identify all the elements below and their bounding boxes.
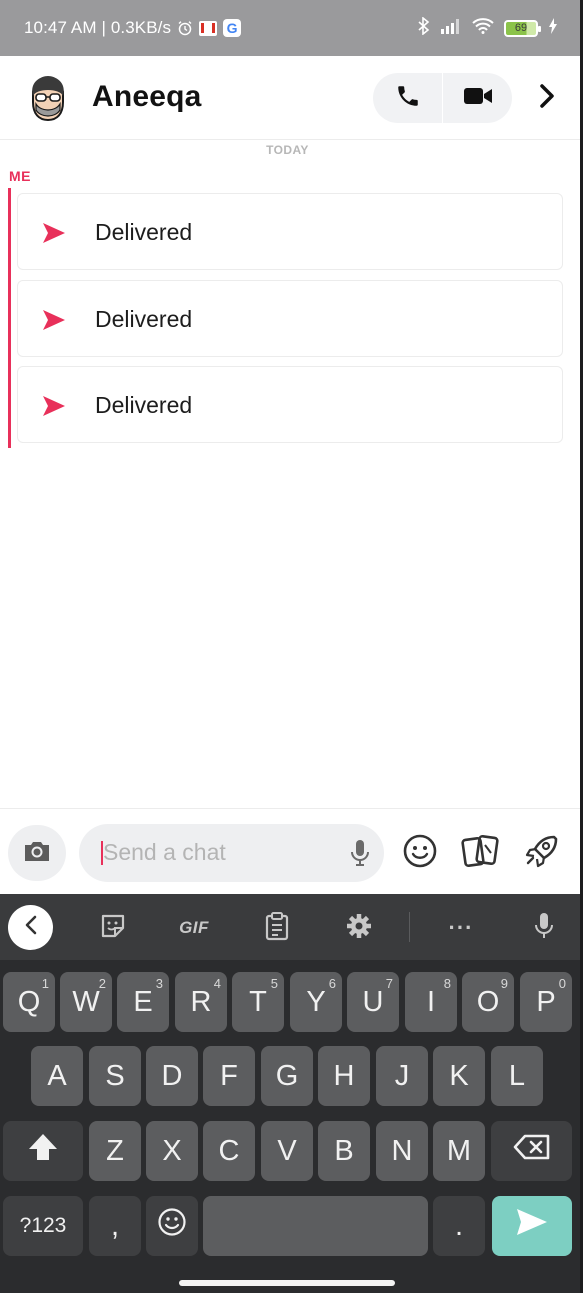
emoji-button[interactable]: [400, 833, 440, 873]
call-actions: [373, 73, 512, 123]
key-e[interactable]: E3: [117, 972, 169, 1032]
keyboard-voice-button[interactable]: [522, 906, 566, 950]
key-o[interactable]: O9: [462, 972, 514, 1032]
toolbar-divider: [409, 912, 410, 942]
sticker-icon: [99, 912, 127, 945]
rocket-button[interactable]: [522, 833, 562, 873]
chat-screen: 10:47 AM | 0.3KB/s G 69 Aneeqa TODAY ME …: [0, 0, 580, 1293]
key-h[interactable]: H: [318, 1046, 370, 1106]
message-status: Delivered: [95, 306, 193, 332]
sticker-button[interactable]: [91, 906, 135, 950]
clipboard-icon: [264, 911, 290, 946]
sender-label: ME: [9, 168, 31, 184]
message-bubble[interactable]: Delivered: [17, 280, 563, 357]
gif-button[interactable]: GIF: [172, 906, 216, 950]
emoji-icon: [157, 1207, 187, 1245]
key-z[interactable]: Z: [89, 1121, 141, 1181]
comma-key[interactable]: ,: [89, 1196, 141, 1256]
key-n[interactable]: N: [376, 1121, 428, 1181]
key-u[interactable]: U7: [347, 972, 399, 1032]
key-l[interactable]: L: [491, 1046, 543, 1106]
key-q[interactable]: Q1: [3, 972, 55, 1032]
microphone-icon: [533, 911, 555, 946]
key-d[interactable]: D: [146, 1046, 198, 1106]
contact-name[interactable]: Aneeqa: [92, 80, 202, 114]
message-bubble[interactable]: Delivered: [17, 366, 563, 443]
backspace-icon: [513, 1133, 551, 1169]
chevron-right-button[interactable]: [532, 78, 562, 118]
cards-icon: [461, 833, 501, 874]
settings-button[interactable]: [337, 906, 381, 950]
rocket-icon: [524, 833, 560, 874]
backspace-key[interactable]: [491, 1121, 572, 1181]
charging-icon: [548, 17, 558, 39]
key-b[interactable]: B: [318, 1121, 370, 1181]
clipboard-button[interactable]: [255, 906, 299, 950]
key-y[interactable]: Y6: [290, 972, 342, 1032]
google-icon: G: [223, 19, 242, 37]
chat-header: Aneeqa: [0, 56, 580, 140]
key-i[interactable]: I8: [405, 972, 457, 1032]
sent-arrow-icon: [42, 395, 66, 422]
send-icon: [515, 1207, 549, 1245]
chat-input-placeholder: Send a chat: [103, 839, 226, 865]
more-button[interactable]: ···: [439, 906, 483, 950]
sent-arrow-icon: [42, 309, 66, 336]
key-p[interactable]: P0: [520, 972, 572, 1032]
date-divider: TODAY: [266, 143, 309, 157]
gmail-icon: [199, 20, 218, 36]
chevron-right-icon: [538, 83, 556, 114]
status-bar: 10:47 AM | 0.3KB/s G 69: [0, 0, 580, 56]
status-time: 10:47 AM | 0.3KB/s: [24, 18, 172, 37]
key-s[interactable]: S: [89, 1046, 141, 1106]
message-bubble[interactable]: Delivered: [17, 193, 563, 270]
chat-input-bar: Send a chat: [0, 808, 580, 894]
back-icon: [24, 914, 38, 941]
thread-line: [8, 188, 11, 448]
chat-input[interactable]: Send a chat: [79, 824, 384, 882]
key-v[interactable]: V: [261, 1121, 313, 1181]
avatar[interactable]: [27, 74, 69, 122]
key-k[interactable]: K: [433, 1046, 485, 1106]
key-x[interactable]: X: [146, 1121, 198, 1181]
voice-call-button[interactable]: [373, 73, 442, 123]
space-key[interactable]: [203, 1196, 428, 1256]
video-icon: [463, 85, 493, 112]
key-f[interactable]: F: [203, 1046, 255, 1106]
keyboard-back-button[interactable]: [8, 905, 53, 950]
emoji-icon: [402, 833, 438, 874]
send-key[interactable]: [492, 1196, 572, 1256]
keyboard: GIF ··· Q1 W2 E3 R4 T5 Y 6 U 7 I 8 O 9 P…: [0, 894, 580, 1293]
shift-key[interactable]: [3, 1121, 83, 1181]
message-status: Delivered: [95, 392, 193, 418]
key-m[interactable]: M: [433, 1121, 485, 1181]
shift-icon: [27, 1132, 59, 1170]
video-call-button[interactable]: [443, 73, 512, 123]
key-j[interactable]: J: [376, 1046, 428, 1106]
phone-icon: [395, 83, 421, 114]
key-t[interactable]: T5: [232, 972, 284, 1032]
key-g[interactable]: G: [261, 1046, 313, 1106]
key-w[interactable]: W2: [60, 972, 112, 1032]
alarm-icon: [177, 20, 193, 36]
key-c[interactable]: C: [203, 1121, 255, 1181]
camera-icon: [22, 839, 52, 868]
keyboard-toolbar: GIF ···: [0, 894, 580, 960]
period-key[interactable]: .: [433, 1196, 485, 1256]
bluetooth-icon: [418, 15, 430, 40]
wifi-icon: [472, 17, 494, 39]
key-a[interactable]: A: [31, 1046, 83, 1106]
cards-button[interactable]: [461, 833, 501, 873]
key-r[interactable]: R4: [175, 972, 227, 1032]
microphone-icon[interactable]: [349, 838, 371, 873]
camera-button[interactable]: [8, 825, 66, 881]
sent-arrow-icon: [42, 222, 66, 249]
signal-icon: [440, 18, 462, 39]
battery-icon: 69: [504, 19, 541, 37]
settings-icon: [345, 912, 373, 945]
message-status: Delivered: [95, 219, 193, 245]
home-indicator[interactable]: [179, 1280, 395, 1286]
symbols-key[interactable]: ?123: [3, 1196, 83, 1256]
emoji-key[interactable]: [146, 1196, 198, 1256]
